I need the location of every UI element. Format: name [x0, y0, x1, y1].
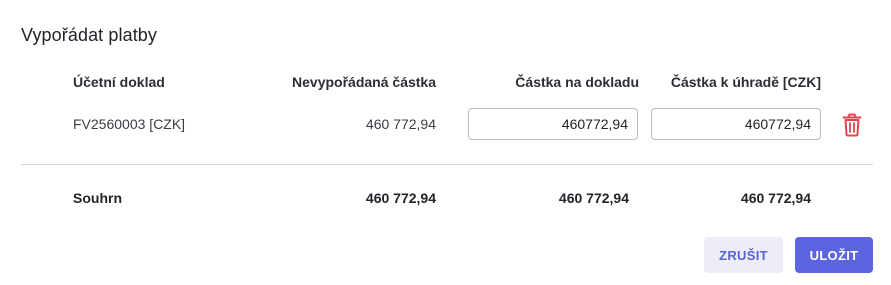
trash-icon	[842, 113, 862, 137]
cancel-button[interactable]: ZRUŠIT	[704, 237, 783, 273]
summary-label: Souhrn	[73, 190, 122, 206]
column-header-payment-amount: Částka k úhradě [CZK]	[670, 74, 821, 90]
column-header-unsettled-amount: Nevypořádaná částka	[292, 74, 436, 90]
divider	[21, 164, 873, 165]
column-header-document: Účetní doklad	[73, 74, 165, 90]
unsettled-amount: 460 772,94	[365, 116, 436, 132]
document-number: FV2560003 [CZK]	[73, 116, 186, 132]
payment-amount-input[interactable]	[651, 108, 821, 140]
column-header-document-amount: Částka na dokladu	[515, 74, 639, 90]
summary-document-amount: 460 772,94	[558, 190, 629, 206]
dialog-title: Vypořádat platby	[21, 25, 158, 45]
delete-row-button[interactable]	[841, 113, 863, 137]
summary-unsettled-amount: 460 772,94	[365, 190, 436, 206]
summary-payment-amount: 460 772,94	[740, 190, 811, 206]
save-button[interactable]: ULOŽIT	[795, 237, 873, 273]
document-amount-input[interactable]	[468, 108, 638, 140]
